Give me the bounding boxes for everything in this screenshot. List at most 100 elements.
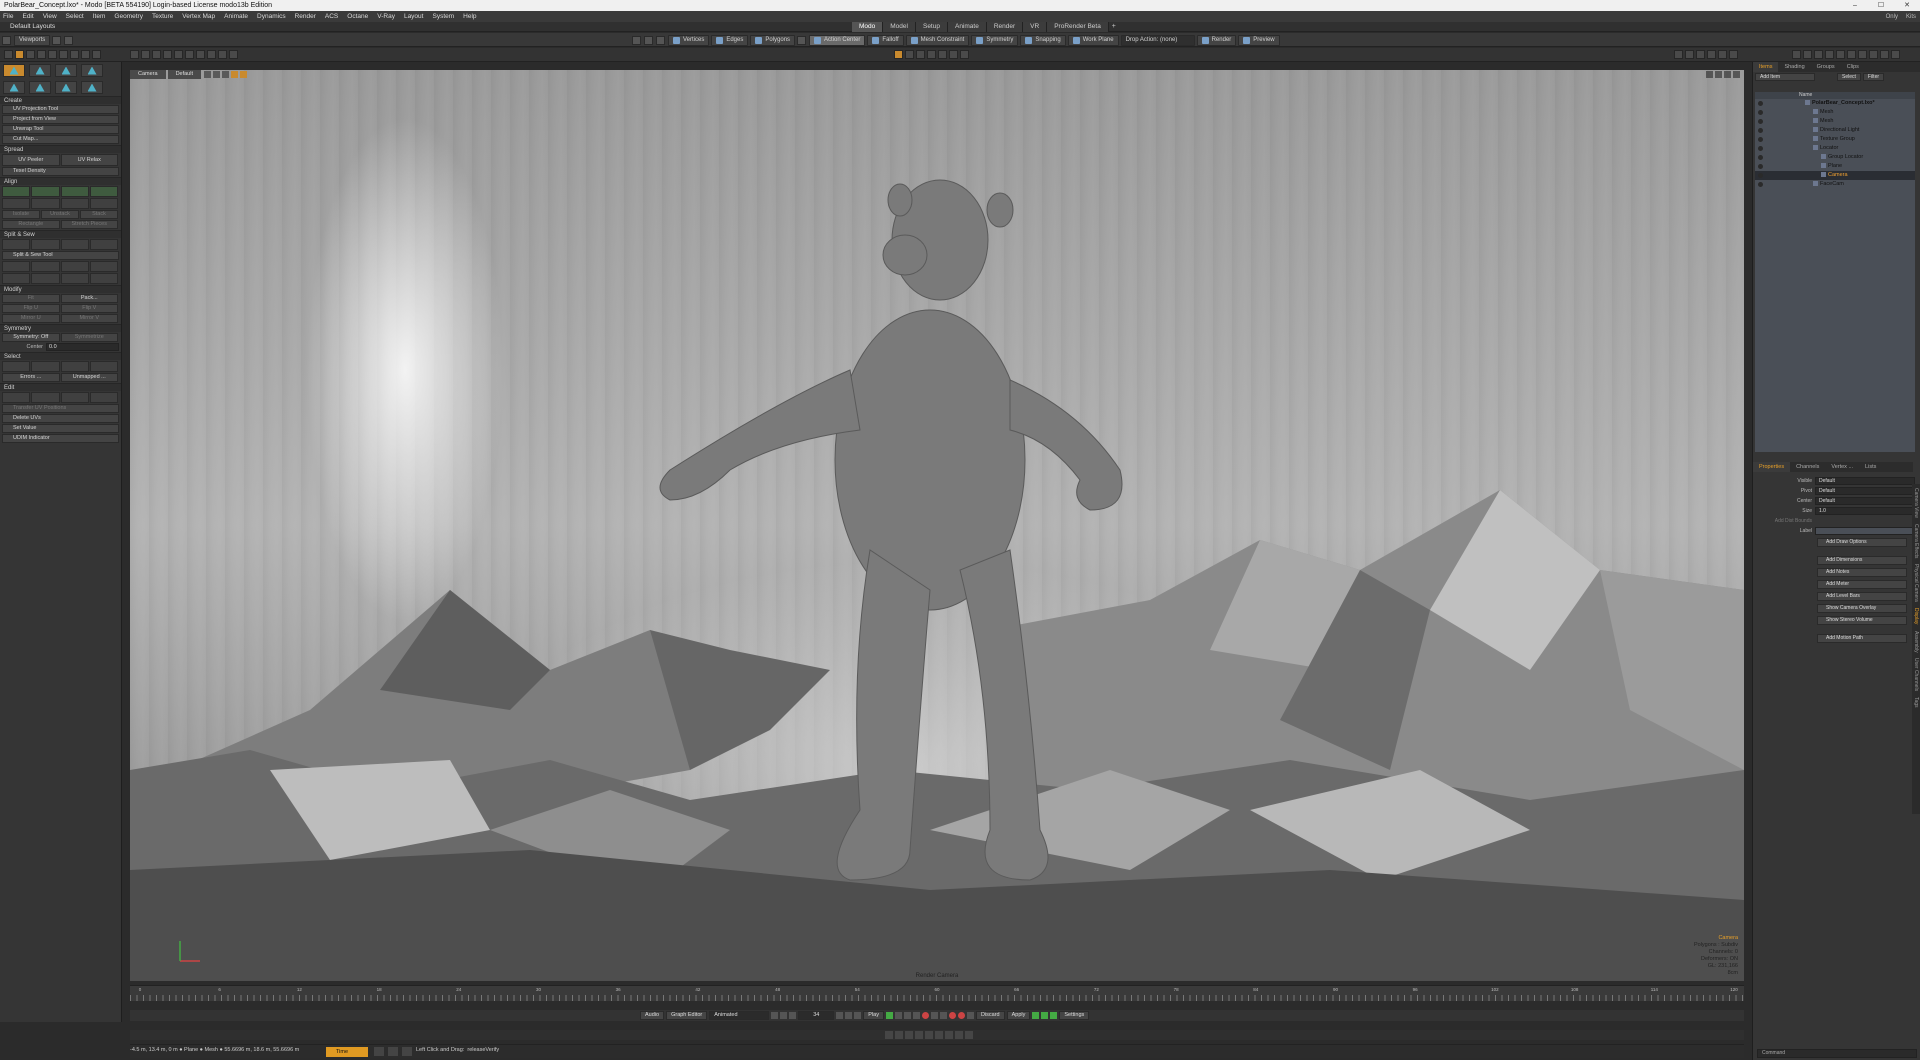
align-right-button[interactable] <box>89 186 118 197</box>
size-input[interactable]: 1.0 <box>1815 506 1915 515</box>
symmetrize-button[interactable]: Symmetrize <box>60 333 118 342</box>
shading-icon-2[interactable] <box>905 50 914 59</box>
panel-icon-2[interactable] <box>1685 50 1694 59</box>
sew-icon-8[interactable] <box>89 273 118 284</box>
render-button[interactable]: Render <box>1196 34 1237 46</box>
uv-relax-button[interactable]: UV Relax <box>60 154 118 166</box>
play-button[interactable]: Play <box>863 1011 884 1020</box>
layout-quad-icon[interactable] <box>64 35 74 45</box>
3d-viewport[interactable]: Camera Default Render Camera Camera Poly… <box>130 70 1744 981</box>
next-frame-icon[interactable] <box>836 1012 844 1019</box>
key-sel-icon[interactable] <box>939 1012 947 1019</box>
view-icon-6[interactable] <box>185 50 194 59</box>
add-level-bars-button[interactable]: Add Level Bars <box>1817 592 1907 601</box>
key-icon[interactable] <box>885 1012 893 1019</box>
menu-layout[interactable]: Layout <box>404 13 424 20</box>
preview-button[interactable]: Preview <box>1238 34 1280 46</box>
menu-select[interactable]: Select <box>66 13 84 20</box>
view-icon-3[interactable] <box>152 50 161 59</box>
split-sew-tool-button[interactable]: Split & Sew Tool <box>2 251 119 260</box>
zoom-icon[interactable] <box>1724 71 1731 78</box>
side-tab-assembly[interactable]: Assembly <box>1913 631 1919 653</box>
errors-button[interactable]: Errors ... <box>2 373 60 382</box>
right-icon-3[interactable] <box>1814 50 1823 59</box>
edit-icon-3[interactable] <box>60 392 89 403</box>
bottom-icon-5[interactable] <box>925 1031 933 1039</box>
uv-tool-icon-3[interactable] <box>26 50 35 59</box>
bottom-icon-3[interactable] <box>905 1031 913 1039</box>
uv-tab-icon-7[interactable] <box>55 81 77 94</box>
view-icon-4[interactable] <box>163 50 172 59</box>
viewport-warning-icon[interactable] <box>231 71 238 78</box>
visibility-eye-icon[interactable] <box>1758 164 1763 169</box>
uv-mode-icon[interactable] <box>797 35 807 45</box>
flip-v-button[interactable]: Flip V <box>60 304 118 313</box>
menu-edit[interactable]: Edit <box>22 13 33 20</box>
side-tab-camera-effects[interactable]: Camera Effects <box>1913 524 1919 558</box>
create-section-header[interactable]: Create <box>0 96 121 104</box>
uv-tab-icon-3[interactable] <box>55 64 77 77</box>
current-frame-input[interactable]: 34 <box>798 1011 835 1020</box>
mesh-constraint-button[interactable]: Mesh Constraint <box>905 34 970 46</box>
visibility-eye-icon[interactable] <box>1758 182 1763 187</box>
viewports-menu[interactable]: Viewports <box>14 34 51 46</box>
side-tab-tags[interactable]: Tags <box>1913 697 1919 708</box>
shading-icon-7[interactable] <box>960 50 969 59</box>
visibility-eye-icon[interactable] <box>1758 128 1763 133</box>
uv-tool-icon-9[interactable] <box>92 50 101 59</box>
tab-vr[interactable]: VR <box>1023 22 1048 32</box>
right-icon-4[interactable] <box>1825 50 1834 59</box>
sew-icon-1[interactable] <box>2 261 31 272</box>
unmapped-button[interactable]: Unmapped ... <box>60 373 118 382</box>
mirror-u-button[interactable]: Mirror U <box>2 314 60 323</box>
view-icon-8[interactable] <box>207 50 216 59</box>
tab-channels[interactable]: Channels <box>1790 462 1825 472</box>
split-sew-section-header[interactable]: Split & Sew <box>0 230 121 238</box>
item-row[interactable]: Mesh <box>1755 108 1915 117</box>
center-dropdown[interactable]: Default <box>1815 496 1915 505</box>
side-tab-display[interactable]: Display <box>1913 608 1919 624</box>
autokey-icon[interactable] <box>894 1012 902 1019</box>
only-toggle[interactable]: Only <box>1886 14 1898 20</box>
maximize-button[interactable]: ☐ <box>1868 0 1894 11</box>
key-filter-icon[interactable] <box>903 1012 911 1019</box>
add-draw-options-button[interactable]: Add Draw Options <box>1817 538 1907 547</box>
falloff-button[interactable]: Falloff <box>867 34 904 46</box>
uv-projection-tool-button[interactable]: UV Projection Tool <box>2 105 119 114</box>
rotate-ccw-button[interactable] <box>2 198 31 209</box>
item-row[interactable]: Locator <box>1755 144 1915 153</box>
uv-tab-icon-4[interactable] <box>81 64 103 77</box>
align-max-button[interactable] <box>89 198 118 209</box>
edit-icon-4[interactable] <box>89 392 118 403</box>
uv-tool-icon-4[interactable] <box>37 50 46 59</box>
align-up-button[interactable] <box>2 186 31 197</box>
add-dimensions-button[interactable]: Add Dimensions <box>1817 556 1907 565</box>
view-icon-10[interactable] <box>229 50 238 59</box>
timeline[interactable]: 0 6 12 18 24 30 36 42 48 54 60 66 72 78 84 90 96 102 108 11… <box>130 985 1744 1001</box>
settings-button[interactable]: Settings <box>1059 1011 1090 1020</box>
cut-map-button[interactable]: Cut Map... <box>2 135 119 144</box>
panel-icon-1[interactable] <box>1674 50 1683 59</box>
animated-dropdown[interactable]: Animated <box>709 1011 770 1020</box>
viewports-icon[interactable] <box>2 35 11 45</box>
rotate-cw-button[interactable] <box>31 198 60 209</box>
bottom-icon-8[interactable] <box>955 1031 963 1039</box>
play-sel-icon[interactable] <box>1050 1012 1058 1019</box>
split-icon-3[interactable] <box>60 239 89 250</box>
uv-tool-icon-1[interactable] <box>4 50 13 59</box>
viewport-warning-icon-2[interactable] <box>240 71 247 78</box>
select-mode-icon[interactable] <box>632 35 641 45</box>
menu-geometry[interactable]: Geometry <box>114 13 143 20</box>
pivot-dropdown[interactable]: Default <box>1815 486 1915 495</box>
right-icon-9[interactable] <box>1880 50 1889 59</box>
viewport-tool-icon-2[interactable] <box>213 71 220 78</box>
modify-section-header[interactable]: Modify <box>0 285 121 293</box>
edit-icon-2[interactable] <box>31 392 60 403</box>
split-icon-4[interactable] <box>89 239 118 250</box>
uv-tab-icon-8[interactable] <box>81 81 103 94</box>
tab-vertex[interactable]: Vertex ... <box>1825 462 1859 472</box>
layout-split-icon[interactable] <box>52 35 62 45</box>
label-input[interactable] <box>1815 526 1915 535</box>
key-next-icon[interactable] <box>930 1012 938 1019</box>
menu-vertex-map[interactable]: Vertex Map <box>182 13 215 20</box>
